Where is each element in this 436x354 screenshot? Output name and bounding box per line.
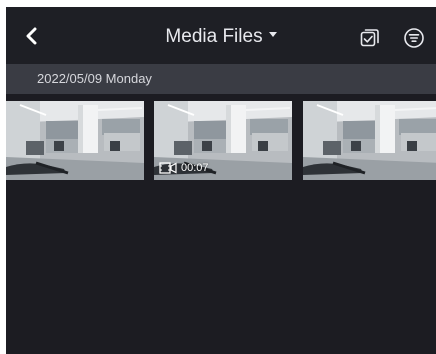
caret-down-icon [268,32,277,38]
media-thumbnail[interactable]: 00:07 [154,101,292,180]
video-film-icon [159,162,177,174]
video-duration-badge: 00:07 [159,161,209,175]
checkbox-select-icon [360,29,379,47]
office-photo-thumbnail [303,101,436,180]
media-thumbnail[interactable] [6,101,144,180]
multi-select-button[interactable] [359,27,381,49]
media-thumbnail[interactable] [303,101,436,180]
page-title: Media Files [165,26,263,47]
media-grid: 00:07 [6,101,436,181]
filter-button[interactable] [403,27,425,49]
office-photo-thumbnail [6,101,144,180]
top-bar: Media Files [6,7,436,64]
filter-icon [404,28,424,48]
date-group-header: 2022/05/09 Monday [6,64,436,94]
video-duration: 00:07 [181,162,209,174]
date-label: 2022/05/09 Monday [37,71,152,86]
media-files-screen: Media Files 2022/05/09 Monday 00:07 [6,7,436,354]
